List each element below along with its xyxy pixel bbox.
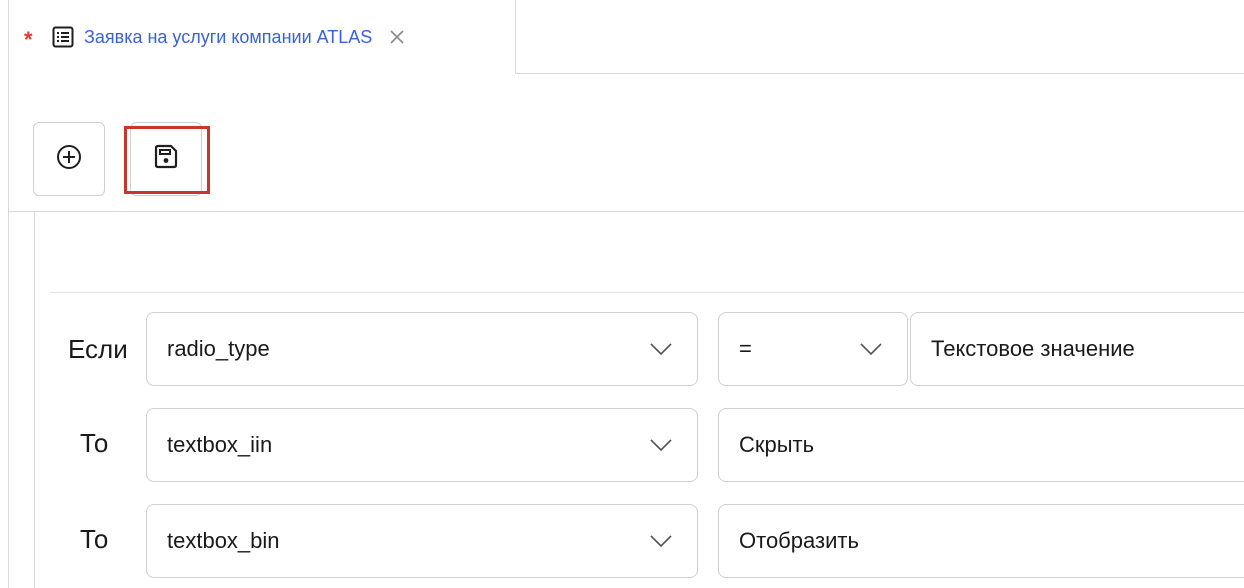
action-field-select[interactable]: textbox_iin	[146, 408, 698, 482]
floppy-disk-icon	[153, 144, 179, 175]
condition-value-text: Текстовое значение	[931, 336, 1135, 361]
chevron-down-icon	[647, 431, 675, 459]
chevron-down-icon	[647, 527, 675, 555]
chevron-down-icon	[857, 335, 885, 363]
tab-atlas-request[interactable]: * Заявка на услуги компании ATLAS	[10, 0, 516, 74]
condition-operator-value: =	[739, 336, 752, 361]
action-type-select[interactable]: Скрыть	[718, 408, 1244, 482]
tab-bar: * Заявка на услуги компании ATLAS	[0, 0, 1244, 74]
chevron-down-icon	[647, 335, 675, 363]
tab-title: Заявка на услуги компании ATLAS	[84, 26, 373, 47]
action-field-select[interactable]: textbox_bin	[146, 504, 698, 578]
unsaved-marker: *	[24, 27, 33, 52]
close-icon[interactable]	[386, 26, 408, 48]
add-button[interactable]	[33, 122, 105, 196]
tab-bar-bottom-line	[516, 73, 1244, 74]
content-left-border	[34, 212, 35, 588]
save-button[interactable]	[130, 122, 202, 196]
list-icon	[52, 26, 74, 48]
toolbar-divider	[8, 211, 1244, 212]
section-divider	[50, 292, 1244, 293]
plus-circle-icon	[56, 144, 82, 175]
action-field-value: textbox_iin	[167, 432, 273, 457]
left-border	[8, 0, 9, 588]
condition-value-input[interactable]: Текстовое значение	[910, 312, 1244, 386]
rule-condition-label: Если	[68, 334, 128, 364]
action-type-value: Отобразить	[739, 528, 859, 553]
rule-action-label: То	[80, 428, 109, 458]
condition-field-value: radio_type	[167, 336, 270, 361]
condition-operator-select[interactable]: =	[718, 312, 908, 386]
action-type-value: Скрыть	[739, 432, 815, 457]
action-type-select[interactable]: Отобразить	[718, 504, 1244, 578]
condition-field-select[interactable]: radio_type	[146, 312, 698, 386]
rule-action-label: То	[80, 524, 109, 554]
action-field-value: textbox_bin	[167, 528, 280, 553]
